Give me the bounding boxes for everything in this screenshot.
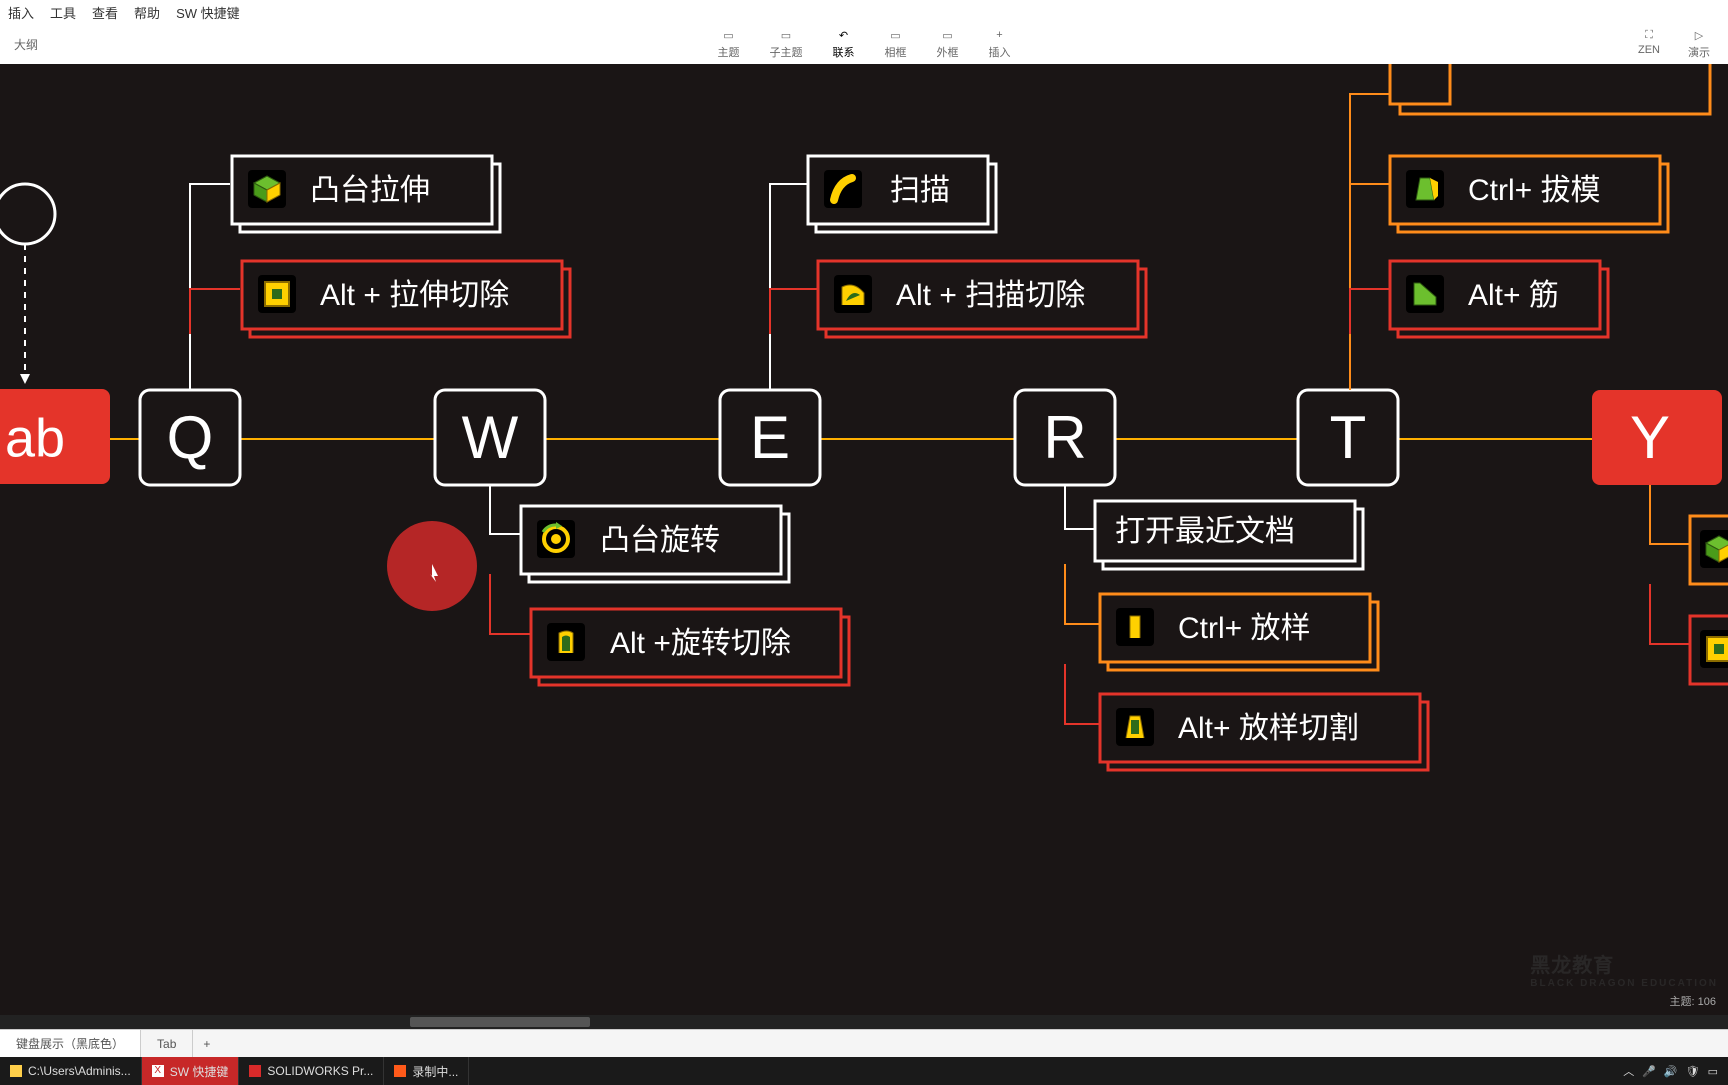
sweep-icon <box>824 170 862 208</box>
svg-text:扫描: 扫描 <box>890 174 950 207</box>
svg-text:凸台拉伸: 凸台拉伸 <box>310 174 430 207</box>
svg-text:W: W <box>462 404 519 471</box>
taskbar: C:\Users\Adminis... XSW 快捷键 SOLIDWORKS P… <box>0 1057 1728 1085</box>
node-recent-docs[interactable]: 打开最近文档 <box>1095 501 1363 569</box>
node-revolve-boss[interactable]: 凸台旋转 <box>521 506 789 582</box>
tb-theme[interactable]: ▭主题 <box>718 28 740 60</box>
solidworks-icon <box>249 1065 261 1077</box>
svg-text:Ctrl+ 拔模: Ctrl+ 拔模 <box>1468 174 1601 207</box>
svg-text:打开最近文档: 打开最近文档 <box>1115 515 1295 548</box>
record-icon <box>394 1065 406 1077</box>
svg-text:Alt+ 筋: Alt+ 筋 <box>1468 279 1559 312</box>
svg-text:Q: Q <box>167 404 214 471</box>
node-extrude-cut[interactable]: Alt + 拉伸切除 <box>242 261 570 337</box>
outline-button[interactable]: 大纲 <box>14 38 38 52</box>
tb-relation[interactable]: ↶联系 <box>833 28 855 60</box>
svg-text:ab: ab <box>5 408 65 468</box>
key-t[interactable]: T <box>1298 390 1398 485</box>
node-sweep-cut[interactable]: Alt + 扫描切除 <box>818 261 1146 337</box>
tb-zen[interactable]: ⛶ZEN <box>1638 28 1660 60</box>
tb-frame[interactable]: ▭相框 <box>885 28 907 60</box>
task-explorer[interactable]: C:\Users\Adminis... <box>0 1057 142 1085</box>
tray-shield-icon[interactable]: 🛡 <box>1686 1065 1700 1078</box>
tb-subtopic[interactable]: ▭子主题 <box>770 28 803 60</box>
task-xmind[interactable]: XSW 快捷键 <box>142 1057 240 1085</box>
svg-text:Alt +旋转切除: Alt +旋转切除 <box>610 627 791 660</box>
menu-view[interactable]: 查看 <box>92 3 118 22</box>
mindmap-diagram: ab Q W E R T Y <box>0 64 1728 1024</box>
node-sweep[interactable]: 扫描 <box>808 156 996 232</box>
svg-text:T: T <box>1330 404 1367 471</box>
menu-help[interactable]: 帮助 <box>134 3 160 22</box>
key-e[interactable]: E <box>720 390 820 485</box>
watermark: 黑龙教育 BLACK DRAGON EDUCATION <box>1530 949 1718 989</box>
node-draft[interactable]: Ctrl+ 拔模 <box>1390 156 1668 232</box>
svg-text:Y: Y <box>1630 404 1670 471</box>
toolbar: 大纲 ▭主题 ▭子主题 ↶联系 ▭相框 ▭外框 +插入 ⛶ZEN ▷演示 <box>0 24 1728 64</box>
node-rib[interactable]: Alt+ 筋 <box>1390 261 1608 337</box>
draft-icon <box>1406 170 1444 208</box>
extrude-boss-icon <box>248 170 286 208</box>
tray-mic-icon[interactable]: 🎤 <box>1642 1065 1656 1078</box>
svg-text:R: R <box>1043 404 1086 471</box>
xmind-icon: X <box>152 1065 164 1077</box>
tab-tab[interactable]: Tab <box>141 1030 193 1057</box>
svg-text:凸台旋转: 凸台旋转 <box>600 524 720 557</box>
node-loft[interactable]: Ctrl+ 放样 <box>1100 594 1378 670</box>
key-w[interactable]: W <box>435 390 545 485</box>
horizontal-scrollbar[interactable] <box>0 1015 1728 1029</box>
key-y[interactable]: Y <box>1592 390 1722 485</box>
tray-battery-icon[interactable]: ▭ <box>1708 1065 1718 1078</box>
tb-border[interactable]: ▭外框 <box>937 28 959 60</box>
tb-insert[interactable]: +插入 <box>989 28 1011 60</box>
revolve-cut-icon <box>547 623 585 661</box>
revolve-icon <box>537 520 575 558</box>
key-r[interactable]: R <box>1015 390 1115 485</box>
menu-insert[interactable]: 插入 <box>8 3 34 22</box>
tab-keyboard[interactable]: 键盘展示（黑底色） <box>0 1030 141 1057</box>
svg-text:Ctrl+ 放样: Ctrl+ 放样 <box>1178 612 1311 645</box>
tabbar: 键盘展示（黑底色） Tab + <box>0 1029 1728 1057</box>
svg-text:Alt+ 放样切割: Alt+ 放样切割 <box>1178 712 1359 745</box>
system-tray[interactable]: ︿ 🎤 🔊 🛡 ▭ <box>1613 1063 1728 1079</box>
canvas[interactable]: ab Q W E R T Y <box>0 64 1728 1029</box>
task-solidworks[interactable]: SOLIDWORKS Pr... <box>239 1057 384 1085</box>
tb-present[interactable]: ▷演示 <box>1688 28 1710 60</box>
loft-icon <box>1116 608 1154 646</box>
task-recording[interactable]: 录制中... <box>384 1057 469 1085</box>
folder-icon <box>10 1065 22 1077</box>
svg-text:Alt + 扫描切除: Alt + 扫描切除 <box>896 279 1085 312</box>
key-q[interactable]: Q <box>140 390 240 485</box>
sweep-cut-icon <box>834 275 872 313</box>
tray-chevron-icon[interactable]: ︿ <box>1623 1063 1634 1079</box>
node-revolve-cut[interactable]: Alt +旋转切除 <box>531 609 849 685</box>
svg-text:Alt + 拉伸切除: Alt + 拉伸切除 <box>320 279 509 312</box>
node-extrude-boss[interactable]: 凸台拉伸 <box>232 156 500 232</box>
menu-tools[interactable]: 工具 <box>50 3 76 22</box>
svg-text:E: E <box>750 404 790 471</box>
node-loft-cut[interactable]: Alt+ 放样切割 <box>1100 694 1428 770</box>
menubar: 插入 工具 查看 帮助 SW 快捷键 <box>0 0 1728 24</box>
tab-add[interactable]: + <box>193 1037 220 1051</box>
rib-icon <box>1406 275 1444 313</box>
menu-shortcuts[interactable]: SW 快捷键 <box>176 3 240 22</box>
topic-count: 主题: 106 <box>1670 993 1716 1009</box>
extrude-cut-icon <box>258 275 296 313</box>
tray-volume-icon[interactable]: 🔊 <box>1664 1065 1678 1078</box>
loft-cut-icon <box>1116 708 1154 746</box>
